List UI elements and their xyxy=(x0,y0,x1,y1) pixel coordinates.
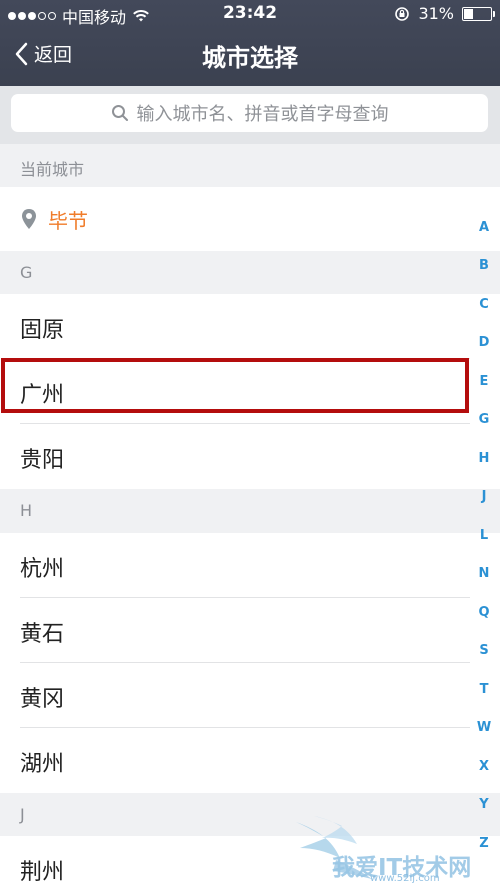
index-letter[interactable]: J xyxy=(476,489,492,504)
city-name: 杭州 xyxy=(20,557,65,582)
city-name: 固原 xyxy=(20,318,65,343)
index-letter[interactable]: Q xyxy=(476,605,492,620)
index-letter[interactable]: D xyxy=(476,335,492,350)
rotation-lock-icon xyxy=(395,6,410,21)
index-letter[interactable]: G xyxy=(476,412,492,427)
city-name: 贵阳 xyxy=(20,448,65,473)
index-letter[interactable]: C xyxy=(476,297,492,312)
city-name: 荆州 xyxy=(20,860,65,885)
section-header-h: H xyxy=(0,489,500,533)
city-name: 黄石 xyxy=(20,622,65,647)
index-letter[interactable]: E xyxy=(476,374,492,389)
index-letter[interactable]: Y xyxy=(476,797,492,812)
city-name: 黄冈 xyxy=(20,687,65,712)
search-icon xyxy=(111,105,128,121)
current-city-header-label: 当前城市 xyxy=(20,160,85,179)
city-row[interactable]: 黄石 xyxy=(0,598,500,662)
index-letter[interactable]: B xyxy=(476,258,492,273)
section-header-g: G xyxy=(0,251,500,294)
index-letter[interactable]: A xyxy=(476,220,492,235)
index-letter[interactable]: N xyxy=(476,566,492,581)
city-row[interactable]: 湖州 xyxy=(0,728,500,792)
index-letter[interactable]: H xyxy=(476,451,492,466)
search-input[interactable]: 输入城市名、拼音或首字母查询 xyxy=(11,94,488,132)
page-title: 城市选择 xyxy=(202,44,298,72)
battery-percent: 31% xyxy=(418,4,454,23)
current-city-row[interactable]: 毕节 xyxy=(0,187,500,251)
section-letter-g: G xyxy=(20,263,33,282)
index-letter[interactable]: L xyxy=(476,528,492,543)
city-row[interactable]: 黄冈 xyxy=(0,663,500,727)
city-row[interactable]: 贵阳 xyxy=(0,424,500,488)
search-placeholder: 输入城市名、拼音或首字母查询 xyxy=(136,104,389,125)
city-row[interactable]: 杭州 xyxy=(0,533,500,597)
status-bar: 中国移动 23:42 31% xyxy=(0,0,500,28)
index-letter[interactable]: Z xyxy=(476,836,492,851)
navigation-bar: 返回 城市选择 xyxy=(0,28,500,86)
city-name: 广州 xyxy=(20,383,65,408)
index-letter[interactable]: T xyxy=(476,682,492,697)
index-letter[interactable]: W xyxy=(476,720,492,735)
search-area: 输入城市名、拼音或首字母查询 xyxy=(0,86,500,144)
section-header-j: J xyxy=(0,793,500,836)
section-letter-j: J xyxy=(20,805,25,824)
current-city-name: 毕节 xyxy=(48,208,88,233)
alphabet-index-bar[interactable]: A B C D E G H J L N Q S T W X Y Z xyxy=(476,212,492,852)
battery-icon xyxy=(462,6,495,21)
index-letter[interactable]: X xyxy=(476,759,492,774)
city-row[interactable]: 广州 xyxy=(0,359,500,423)
location-pin-icon xyxy=(22,209,36,229)
battery-fill xyxy=(464,8,473,19)
section-letter-h: H xyxy=(20,501,33,520)
city-row[interactable]: 固原 xyxy=(0,294,500,358)
index-letter[interactable]: S xyxy=(476,643,492,658)
top-bar: 中国移动 23:42 31% 返回 城市选择 xyxy=(0,0,500,86)
current-city-header: 当前城市 xyxy=(0,144,500,187)
status-right: 31% xyxy=(394,4,495,23)
city-name: 湖州 xyxy=(20,752,65,777)
city-row[interactable]: 荆州 xyxy=(0,836,500,889)
